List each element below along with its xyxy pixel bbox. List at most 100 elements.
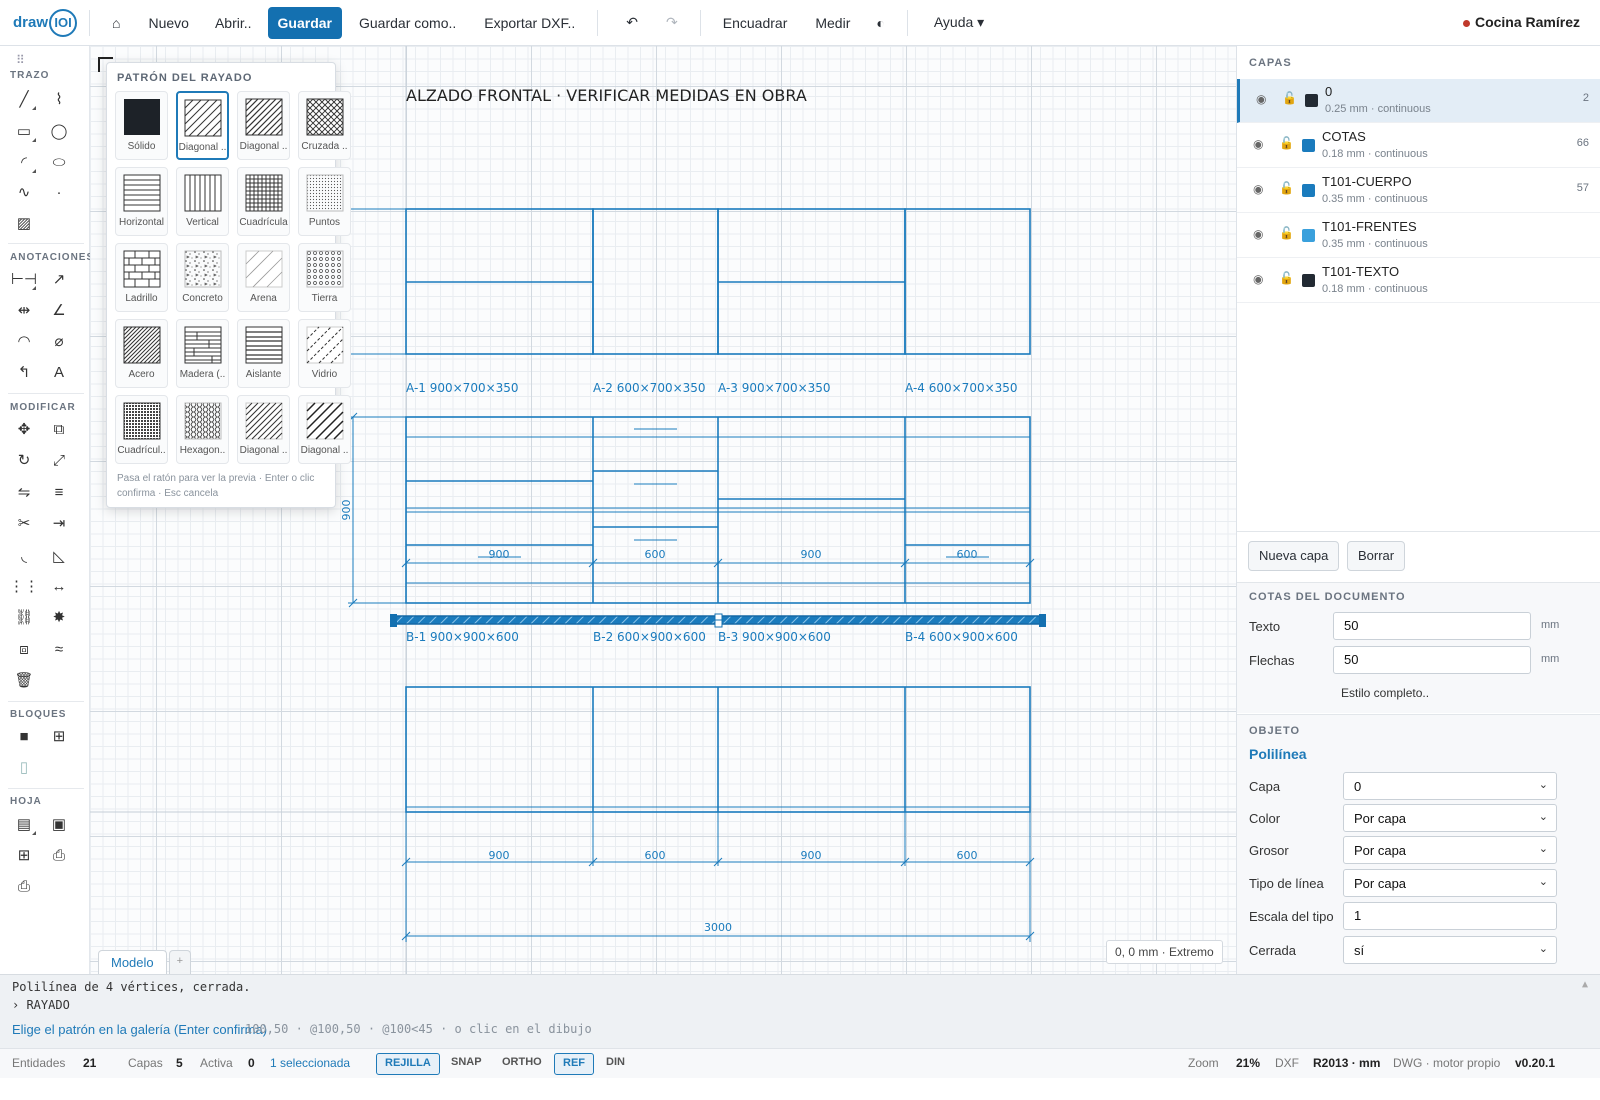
pattern-sand[interactable]: Arena bbox=[237, 243, 290, 312]
pattern-wood[interactable]: Madera (.. bbox=[176, 319, 229, 388]
grid-toggle[interactable]: REJILLA bbox=[376, 1053, 440, 1075]
selected-polyline[interactable] bbox=[390, 613, 1046, 628]
pattern-steel[interactable]: Acero bbox=[115, 319, 168, 388]
undo-icon[interactable]: ↶ bbox=[616, 6, 648, 39]
pattern-diagonal-4[interactable]: Diagonal .. bbox=[298, 395, 351, 464]
base-cabinets[interactable] bbox=[405, 416, 1031, 604]
line-tool-icon[interactable]: ╱ bbox=[10, 86, 38, 112]
hatch-pattern-gallery[interactable]: PATRÓN DEL RAYADO Sólido Diagonal .. Dia… bbox=[106, 62, 351, 508]
scale-tool-icon[interactable]: ⤢ bbox=[45, 447, 73, 473]
layer-row[interactable]: ◉ 🔓 T101-FRENTES 0.35 mm · continuous bbox=[1237, 214, 1600, 258]
visibility-eye-icon[interactable]: ◉ bbox=[1253, 272, 1263, 286]
expand-history-icon[interactable]: ▲ bbox=[1582, 979, 1588, 990]
pattern-glass[interactable]: Vidrio bbox=[298, 319, 351, 388]
multileader-icon[interactable]: ↰ bbox=[10, 359, 38, 385]
pattern-grid[interactable]: Cuadrícula bbox=[237, 167, 290, 236]
new-button[interactable]: Nuevo bbox=[138, 7, 198, 39]
join-tool-icon[interactable]: ⛓ bbox=[10, 604, 38, 630]
drag-handle-icon[interactable]: ⠿ bbox=[16, 53, 26, 67]
fit-view-button[interactable]: Encuadrar bbox=[713, 7, 798, 39]
layer-row[interactable]: ◉ 🔓 T101-TEXTO 0.18 mm · continuous bbox=[1237, 259, 1600, 303]
theme-toggle-icon[interactable]: ◐ bbox=[866, 7, 894, 39]
lock-icon[interactable]: 🔓 bbox=[1279, 136, 1294, 150]
ortho-toggle[interactable]: ORTHO bbox=[494, 1053, 550, 1075]
command-input[interactable]: 100,50 · @100,50 · @100<45 · o clic en e… bbox=[245, 1022, 592, 1036]
offset-tool-icon[interactable]: ≡ bbox=[45, 479, 73, 505]
open-button[interactable]: Abrir.. bbox=[205, 7, 262, 39]
pattern-hexagon[interactable]: Hexagon.. bbox=[176, 395, 229, 464]
create-block-icon[interactable]: ■ bbox=[10, 723, 38, 749]
arrow-size-input[interactable]: 50 bbox=[1333, 646, 1531, 674]
pattern-earth[interactable]: Tierra bbox=[298, 243, 351, 312]
radius-dimension-icon[interactable]: ◠ bbox=[10, 328, 38, 354]
export-dxf-button[interactable]: Exportar DXF.. bbox=[474, 7, 585, 39]
smooth-tool-icon[interactable]: ≈ bbox=[45, 636, 73, 662]
grip-handle[interactable] bbox=[1039, 620, 1046, 627]
save-button[interactable]: Guardar bbox=[267, 6, 342, 39]
block-tool-icon[interactable]: ⧈ bbox=[10, 636, 38, 662]
pattern-insulation[interactable]: Aislante bbox=[237, 319, 290, 388]
pattern-brick[interactable]: Ladrillo bbox=[115, 243, 168, 312]
rotate-tool-icon[interactable]: ↻ bbox=[10, 447, 38, 473]
app-logo[interactable]: draw IOI bbox=[13, 8, 78, 37]
stretch-tool-icon[interactable]: ↔ bbox=[45, 573, 73, 599]
leader-tool-icon[interactable]: ↗ bbox=[45, 266, 73, 292]
mirror-tool-icon[interactable]: ⇋ bbox=[10, 479, 38, 505]
arc-tool-icon[interactable]: ◜ bbox=[10, 149, 38, 175]
chamfer-tool-icon[interactable]: ◺ bbox=[45, 543, 73, 569]
save-as-button[interactable]: Guardar como.. bbox=[349, 7, 466, 39]
diameter-dimension-icon[interactable]: ⌀ bbox=[45, 328, 73, 354]
layer-color-swatch[interactable] bbox=[1302, 229, 1315, 242]
lock-icon[interactable]: 🔓 bbox=[1279, 226, 1294, 240]
pattern-grid-fine[interactable]: Cuadrícul.. bbox=[115, 395, 168, 464]
insert-block-icon[interactable]: ⊞ bbox=[45, 723, 73, 749]
viewport-tool-icon[interactable]: ▣ bbox=[45, 811, 73, 837]
layout-tool-icon[interactable]: ▤ bbox=[10, 811, 38, 837]
lock-icon[interactable]: 🔓 bbox=[1279, 271, 1294, 285]
tab-model[interactable]: Modelo bbox=[98, 950, 167, 974]
layer-color-swatch[interactable] bbox=[1302, 274, 1315, 287]
rectangle-tool-icon[interactable]: ▭ bbox=[10, 118, 38, 144]
upper-cabinets[interactable] bbox=[340, 208, 1031, 355]
aligned-dimension-icon[interactable]: ⇹ bbox=[10, 297, 38, 323]
fillet-tool-icon[interactable]: ◟ bbox=[10, 543, 38, 569]
pattern-diagonal-2[interactable]: Diagonal .. bbox=[237, 91, 290, 160]
add-sheet-button[interactable]: + bbox=[168, 950, 192, 974]
print-tool-icon[interactable]: ⎙ bbox=[10, 873, 38, 899]
spline-tool-icon[interactable]: ∿ bbox=[10, 179, 38, 205]
redo-icon[interactable]: ↷ bbox=[656, 6, 688, 39]
grip-handle[interactable] bbox=[1039, 614, 1046, 621]
visibility-eye-icon[interactable]: ◉ bbox=[1256, 92, 1266, 106]
angle-dimension-icon[interactable]: ∠ bbox=[45, 297, 73, 323]
layer-color-swatch[interactable] bbox=[1305, 94, 1318, 107]
delete-layer-button[interactable]: Borrar bbox=[1347, 541, 1406, 571]
text-tool-icon[interactable]: A bbox=[45, 359, 73, 385]
layer-row[interactable]: ◉ 🔓 0 0.25 mm · continuous 2 bbox=[1237, 79, 1600, 123]
circle-tool-icon[interactable]: ◯ bbox=[45, 118, 73, 144]
polyline-tool-icon[interactable]: ⌇ bbox=[45, 86, 73, 112]
bottom-dimensions[interactable]: 900 600 900 600 3000 bbox=[405, 812, 1031, 942]
home-button[interactable]: ⌂ bbox=[102, 7, 130, 39]
grip-handle[interactable] bbox=[390, 620, 397, 627]
point-tool-icon[interactable]: · bbox=[45, 179, 73, 205]
block-library-icon[interactable]: ▯ bbox=[10, 754, 38, 780]
pattern-vertical[interactable]: Vertical bbox=[176, 167, 229, 236]
visibility-eye-icon[interactable]: ◉ bbox=[1253, 182, 1263, 196]
table-tool-icon[interactable]: ⊞ bbox=[10, 842, 38, 868]
help-menu[interactable]: Ayuda ▾ bbox=[924, 6, 994, 39]
layer-color-swatch[interactable] bbox=[1302, 184, 1315, 197]
copy-tool-icon[interactable]: ⧉ bbox=[45, 416, 73, 442]
layer-color-swatch[interactable] bbox=[1302, 139, 1315, 152]
pattern-diagonal-3[interactable]: Diagonal .. bbox=[237, 395, 290, 464]
pattern-concrete[interactable]: Concreto bbox=[176, 243, 229, 312]
color-select[interactable]: Por capa ⌄ bbox=[1343, 804, 1557, 832]
hatch-tool-icon[interactable]: ▨ bbox=[10, 210, 38, 236]
pattern-horizontal[interactable]: Horizontal bbox=[115, 167, 168, 236]
layer-row[interactable]: ◉ 🔓 COTAS 0.18 mm · continuous 66 bbox=[1237, 124, 1600, 168]
layer-row[interactable]: ◉ 🔓 T101-CUERPO 0.35 mm · continuous 57 bbox=[1237, 169, 1600, 213]
full-style-link[interactable]: Estilo completo.. bbox=[1341, 686, 1429, 700]
delete-tool-icon[interactable]: 🗑 bbox=[10, 667, 38, 693]
snap-toggle[interactable]: SNAP bbox=[443, 1053, 490, 1075]
visibility-eye-icon[interactable]: ◉ bbox=[1253, 227, 1263, 241]
new-layer-button[interactable]: Nueva capa bbox=[1248, 541, 1340, 571]
